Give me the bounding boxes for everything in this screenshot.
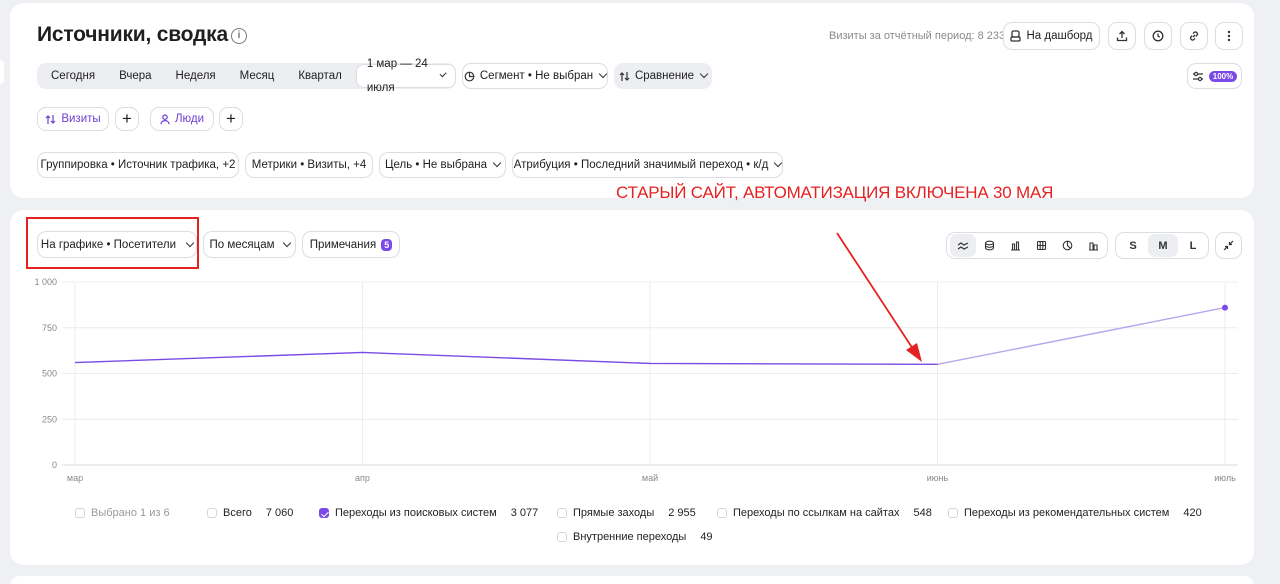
legend-item-links[interactable]: Переходы по ссылкам на сайтах 548	[717, 507, 932, 519]
x-tick-label: май	[642, 473, 658, 483]
legend-label: Переходы по ссылкам на сайтах	[733, 507, 900, 519]
legend-label: Всего	[223, 507, 252, 519]
checkbox-icon	[557, 508, 567, 518]
legend-item-search[interactable]: Переходы из поисковых систем 3 077	[319, 507, 538, 519]
legend-label: Переходы из рекомендательных систем	[964, 507, 1170, 519]
series-partial-segment	[937, 306, 1226, 366]
legend-label: Внутренние переходы	[573, 531, 687, 543]
legend-selected-count[interactable]: Выбрано 1 из 6	[75, 507, 170, 519]
legend-item-total[interactable]: Всего 7 060	[207, 507, 293, 519]
y-tick-label: 250	[42, 414, 57, 424]
y-tick-label: 750	[42, 323, 57, 333]
legend-label: Переходы из поисковых систем	[335, 507, 497, 519]
legend-value: 548	[913, 507, 932, 519]
legend-label: Прямые заходы	[573, 507, 655, 519]
visitors-line-chart: 1 000 750 500 250 0 мар апр май июнь июль	[34, 232, 1238, 483]
annotation-arrow-head	[906, 343, 922, 362]
legend-item-internal[interactable]: Внутренние переходы 49	[557, 531, 713, 543]
y-tick-label: 1 000	[34, 277, 57, 287]
checkbox-icon	[948, 508, 958, 518]
legend-item-direct[interactable]: Прямые заходы 2 955	[557, 507, 696, 519]
checkbox-icon	[717, 508, 727, 518]
x-tick-label: июль	[1214, 473, 1236, 483]
y-tick-label: 500	[42, 369, 57, 379]
legend-item-recommendation[interactable]: Переходы из рекомендательных систем 420	[948, 507, 1202, 519]
x-tick-label: июнь	[927, 473, 949, 483]
series-line	[74, 351, 938, 366]
legend-value: 420	[1183, 507, 1202, 519]
legend-value: 49	[700, 531, 713, 543]
checkbox-icon	[557, 532, 567, 542]
checkbox-icon	[207, 508, 217, 518]
legend-selected-label: Выбрано 1 из 6	[91, 507, 170, 519]
checkbox-icon	[75, 508, 85, 518]
legend-value: 2 955	[668, 507, 696, 519]
series-last-point	[1222, 304, 1228, 311]
checkbox-checked-icon	[319, 508, 329, 518]
legend-value: 7 060	[265, 507, 294, 519]
x-tick-label: апр	[355, 473, 370, 483]
y-tick-label: 0	[52, 460, 57, 470]
annotation-arrow-line	[836, 232, 916, 353]
legend-value: 3 077	[510, 507, 539, 519]
x-tick-label: мар	[67, 473, 83, 483]
